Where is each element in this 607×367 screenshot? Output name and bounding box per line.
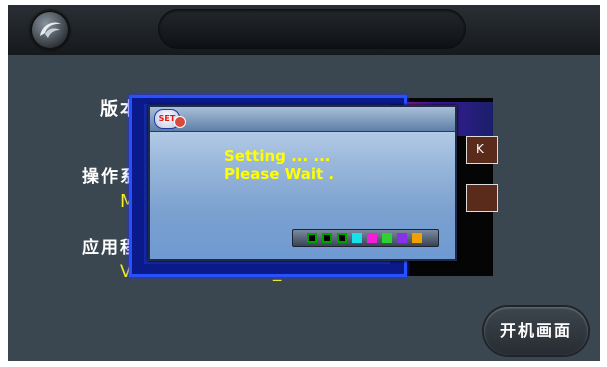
wait-message: Please Wait . — [224, 165, 335, 183]
logo-swirl-icon — [40, 22, 61, 38]
top-bar — [8, 5, 600, 55]
progress-cell — [412, 233, 422, 243]
progress-cell — [367, 233, 377, 243]
home-button[interactable] — [30, 10, 70, 50]
background-button-2 — [466, 184, 498, 212]
progress-cell — [352, 233, 362, 243]
progress-cell — [382, 233, 392, 243]
progress-cell — [397, 233, 407, 243]
boot-screen-button[interactable]: 开机画面 — [484, 307, 588, 355]
title-bar — [158, 9, 466, 49]
setting-popup: SET Setting ... ... Please Wait . — [148, 105, 457, 261]
progress-cell — [307, 233, 317, 243]
badge-dot-icon — [174, 116, 186, 128]
progress-cell — [337, 233, 347, 243]
progress-cell — [322, 233, 332, 243]
popup-header: SET — [150, 107, 455, 132]
background-button: K — [466, 136, 498, 164]
progress-bar — [292, 229, 439, 247]
setting-message: Setting ... ... — [224, 147, 331, 165]
